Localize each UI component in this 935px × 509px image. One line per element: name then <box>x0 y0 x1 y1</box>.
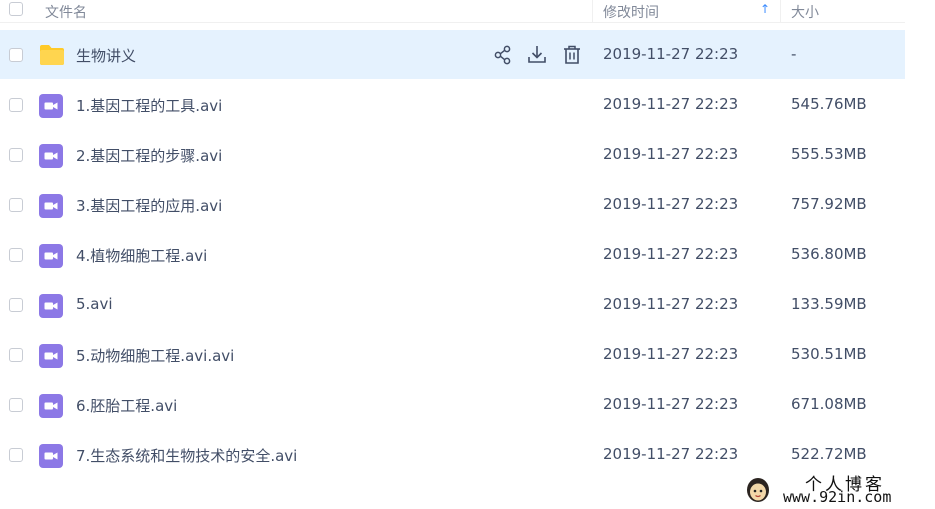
row-checkbox[interactable] <box>9 148 23 162</box>
file-size: 530.51MB <box>791 345 867 363</box>
delete-icon[interactable] <box>561 44 583 66</box>
file-row[interactable]: 6.胚胎工程.avi 2019-11-27 22:23 671.08MB <box>0 380 905 429</box>
file-modified-time: 2019-11-27 22:23 <box>603 345 739 363</box>
file-modified-time: 2019-11-27 22:23 <box>603 45 739 63</box>
video-file-icon <box>39 94 63 118</box>
row-checkbox[interactable] <box>9 98 23 112</box>
file-modified-time: 2019-11-27 22:23 <box>603 245 739 263</box>
file-name[interactable]: 1.基因工程的工具.avi <box>76 95 222 116</box>
file-list-header: 文件名 修改时间 ↑ 大小 <box>0 0 905 23</box>
file-size: 545.76MB <box>791 95 867 113</box>
row-checkbox[interactable] <box>9 298 23 312</box>
file-size: 522.72MB <box>791 445 867 463</box>
file-row[interactable]: 2.基因工程的步骤.avi 2019-11-27 22:23 555.53MB <box>0 130 905 179</box>
select-all-checkbox[interactable] <box>9 2 23 16</box>
file-list-view: 文件名 修改时间 ↑ 大小 生物讲义 2019-11-27 22:23 - 1.… <box>0 0 935 509</box>
video-file-icon <box>39 294 63 318</box>
download-icon[interactable] <box>526 44 548 66</box>
row-checkbox[interactable] <box>9 248 23 262</box>
file-row[interactable]: 3.基因工程的应用.avi 2019-11-27 22:23 757.92MB <box>0 180 905 229</box>
column-name-header[interactable]: 文件名 <box>45 2 87 22</box>
video-file-icon <box>39 144 63 168</box>
video-file-icon <box>39 194 63 218</box>
video-file-icon <box>39 344 63 368</box>
video-file-icon <box>39 394 63 418</box>
file-name[interactable]: 5.动物细胞工程.avi.avi <box>76 345 234 366</box>
video-file-icon <box>39 444 63 468</box>
folder-icon <box>39 44 65 66</box>
file-row[interactable]: 5.avi 2019-11-27 22:23 133.59MB <box>0 280 905 329</box>
sort-arrow-icon[interactable]: ↑ <box>760 2 770 16</box>
file-name[interactable]: 生物讲义 <box>76 45 136 66</box>
file-name[interactable]: 2.基因工程的步骤.avi <box>76 145 222 166</box>
row-checkbox[interactable] <box>9 398 23 412</box>
file-name[interactable]: 7.生态系统和生物技术的安全.avi <box>76 445 297 466</box>
column-divider <box>592 0 593 22</box>
file-size: 536.80MB <box>791 245 867 263</box>
row-checkbox[interactable] <box>9 448 23 462</box>
file-name[interactable]: 4.植物细胞工程.avi <box>76 245 207 266</box>
file-row[interactable]: 5.动物细胞工程.avi.avi 2019-11-27 22:23 530.51… <box>0 330 905 379</box>
file-modified-time: 2019-11-27 22:23 <box>603 145 739 163</box>
share-icon[interactable] <box>492 44 514 66</box>
row-checkbox[interactable] <box>9 198 23 212</box>
file-size: 757.92MB <box>791 195 867 213</box>
file-modified-time: 2019-11-27 22:23 <box>603 95 739 113</box>
file-size: - <box>791 45 797 63</box>
file-modified-time: 2019-11-27 22:23 <box>603 195 739 213</box>
watermark-url: www.92in.com <box>783 488 892 506</box>
file-modified-time: 2019-11-27 22:23 <box>603 445 739 463</box>
row-checkbox[interactable] <box>9 348 23 362</box>
file-modified-time: 2019-11-27 22:23 <box>603 295 739 313</box>
file-name[interactable]: 5.avi <box>76 295 113 313</box>
file-size: 555.53MB <box>791 145 867 163</box>
watermark: 个人博客 www.92in.com <box>735 468 935 509</box>
file-size: 671.08MB <box>791 395 867 413</box>
mascot-face-icon <box>745 474 771 508</box>
row-checkbox[interactable] <box>9 48 23 62</box>
column-size-header[interactable]: 大小 <box>791 2 819 22</box>
file-size: 133.59MB <box>791 295 867 313</box>
file-name[interactable]: 3.基因工程的应用.avi <box>76 195 222 216</box>
video-file-icon <box>39 244 63 268</box>
column-divider <box>780 0 781 22</box>
file-row[interactable]: 1.基因工程的工具.avi 2019-11-27 22:23 545.76MB <box>0 80 905 129</box>
file-modified-time: 2019-11-27 22:23 <box>603 395 739 413</box>
file-name[interactable]: 6.胚胎工程.avi <box>76 395 177 416</box>
column-time-header[interactable]: 修改时间 <box>603 2 659 22</box>
file-row[interactable]: 4.植物细胞工程.avi 2019-11-27 22:23 536.80MB <box>0 230 905 279</box>
file-row[interactable]: 生物讲义 2019-11-27 22:23 - <box>0 30 905 79</box>
